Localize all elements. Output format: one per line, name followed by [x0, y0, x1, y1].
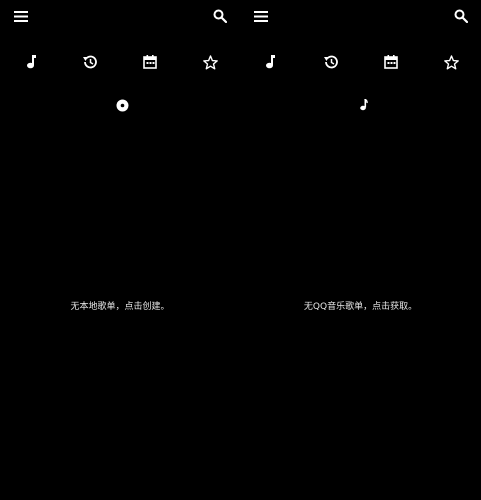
search-icon[interactable] — [211, 7, 229, 25]
tab-star-icon[interactable] — [441, 52, 461, 72]
left-pane: 无本地歌单，点击创建。 — [0, 0, 240, 500]
empty-playlist-message[interactable]: 无本地歌单，点击创建。 — [0, 300, 240, 314]
tab-music-note-icon[interactable] — [21, 52, 41, 72]
menu-icon[interactable] — [12, 8, 30, 24]
tab-calendar-icon[interactable] — [140, 52, 160, 72]
music-note-small-icon — [355, 96, 373, 114]
tab-history-icon[interactable] — [80, 52, 100, 72]
tab-music-note-icon[interactable] — [260, 52, 280, 72]
search-icon[interactable] — [452, 7, 470, 25]
tab-calendar-icon[interactable] — [381, 52, 401, 72]
menu-icon[interactable] — [252, 8, 270, 24]
disc-icon — [113, 96, 131, 114]
right-pane: 无QQ音乐歌单，点击获取。 — [240, 0, 481, 500]
tab-star-icon[interactable] — [200, 52, 220, 72]
tab-history-icon[interactable] — [321, 52, 341, 72]
empty-playlist-message[interactable]: 无QQ音乐歌单，点击获取。 — [240, 300, 481, 314]
